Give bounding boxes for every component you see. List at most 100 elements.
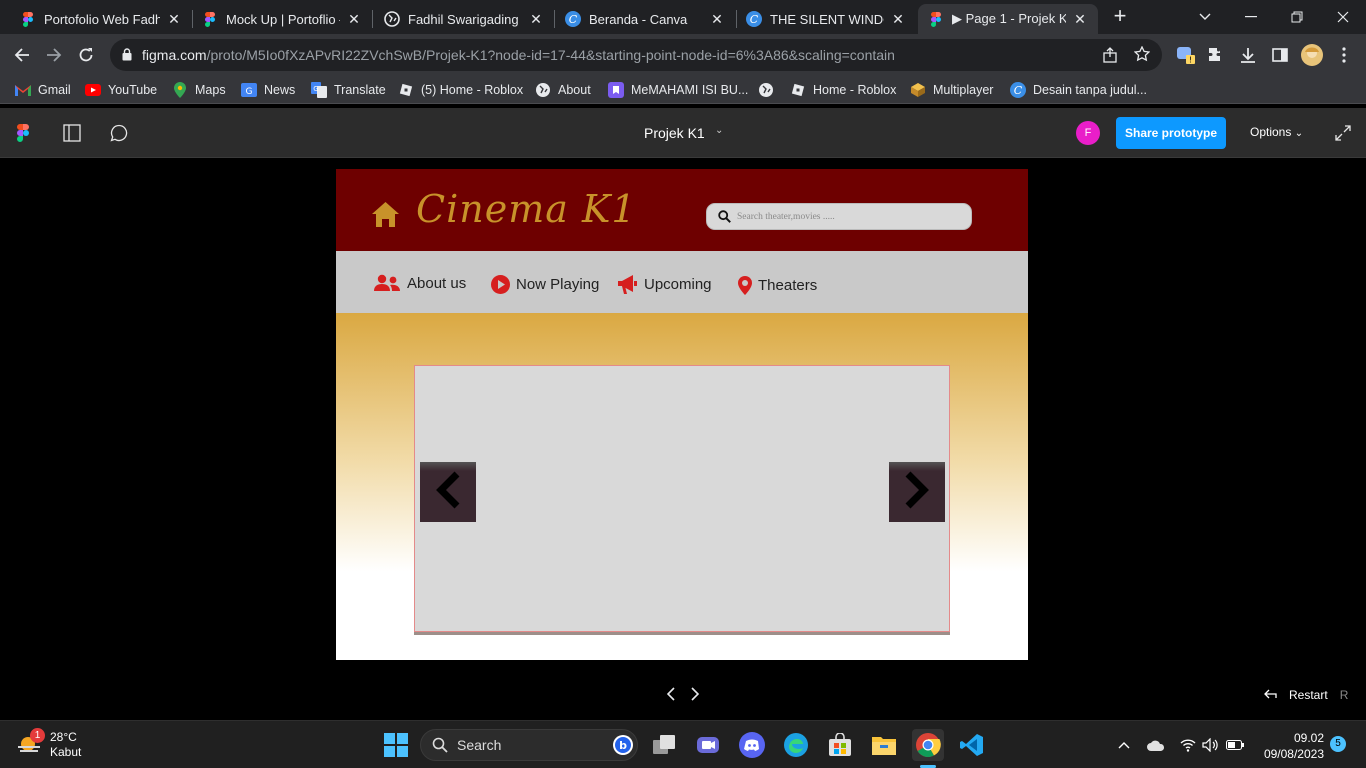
task-view-icon[interactable] (648, 729, 680, 761)
restart-button[interactable]: Restart R (1264, 688, 1348, 702)
tab-title: Portofolio Web Fadhil (44, 11, 160, 27)
bookmark-maps[interactable]: Maps (172, 81, 226, 99)
roblox-icon (790, 82, 806, 98)
battery-icon[interactable] (1225, 735, 1245, 755)
options-label: Options (1250, 125, 1292, 139)
bookmark-roblox[interactable]: (5) Home - Roblox (398, 81, 523, 99)
next-frame-button[interactable] (685, 685, 705, 707)
tab-title: ▶ Page 1 - Projek K1 (952, 11, 1066, 26)
tab-title: Beranda - Canva (589, 11, 688, 27)
globe-icon (535, 82, 551, 98)
site-logo[interactable]: Cinema K1 (416, 187, 637, 231)
bookmark-desain[interactable]: C Desain tanpa judul... (1010, 81, 1147, 99)
browser-tab[interactable]: C THE SILENT WINDOW ✕ (736, 4, 916, 34)
back-button[interactable] (8, 41, 36, 69)
close-icon[interactable]: ✕ (709, 11, 725, 28)
options-button[interactable]: Options ⌄ (1250, 125, 1303, 139)
home-icon[interactable] (372, 202, 399, 232)
file-title[interactable]: Projek K1 (644, 125, 705, 141)
bookmark-memahami[interactable]: MeMAHAMI ISI BU... (608, 81, 748, 99)
figma-logo-icon[interactable] (17, 124, 29, 147)
maps-icon (172, 82, 188, 98)
close-icon[interactable]: ✕ (528, 11, 544, 28)
browser-toolbar: figma.com/proto/M5Io0fXzAPvRI22ZVchSwB/P… (0, 34, 1366, 76)
bookmark-globe[interactable] (758, 81, 781, 99)
microsoft-store-icon[interactable] (824, 729, 856, 761)
bookmark-home-roblox[interactable]: Home - Roblox (790, 81, 896, 99)
weather-temp: 28°C (50, 730, 77, 744)
forward-button[interactable] (40, 41, 68, 69)
onedrive-icon[interactable] (1146, 735, 1166, 755)
volume-icon[interactable] (1200, 735, 1220, 755)
site-search-input[interactable] (737, 209, 957, 225)
address-bar[interactable]: figma.com/proto/M5Io0fXzAPvRI22ZVchSwB/P… (110, 39, 1162, 71)
close-icon[interactable]: ✕ (346, 11, 362, 28)
edge-icon[interactable] (780, 729, 812, 761)
restore-button[interactable] (1274, 0, 1320, 34)
chevron-left-icon (666, 686, 675, 706)
nav-label: Theaters (758, 276, 818, 294)
star-icon[interactable] (1133, 45, 1151, 67)
bookmark-label: YouTube (108, 83, 158, 97)
share-icon[interactable] (1102, 47, 1118, 68)
system-clock[interactable]: 09.02 09/08/2023 (1258, 730, 1324, 762)
minimize-button[interactable] (1228, 0, 1274, 34)
close-icon[interactable]: ✕ (166, 11, 182, 28)
nav-now-playing[interactable]: Now Playing (491, 272, 599, 296)
url-path: /proto/M5Io0fXzAPvRI22ZVchSwB/Projek-K1?… (206, 47, 895, 63)
close-icon[interactable]: ✕ (1072, 11, 1088, 28)
close-icon[interactable]: ✕ (890, 11, 906, 28)
browser-tab[interactable]: Fadhil Swarigading ✕ (374, 4, 554, 34)
carousel-next-button[interactable] (889, 462, 945, 522)
chevron-up-icon[interactable] (1114, 735, 1134, 755)
download-icon[interactable] (1234, 41, 1262, 69)
profile-avatar[interactable] (1298, 41, 1326, 69)
share-prototype-button[interactable]: Share prototype (1116, 117, 1226, 149)
bookmark-youtube[interactable]: YouTube (85, 81, 157, 99)
tab-divider (372, 10, 373, 28)
reload-button[interactable] (72, 41, 100, 69)
carousel-prev-button[interactable] (420, 462, 476, 522)
previous-frame-button[interactable] (661, 685, 681, 707)
file-explorer-icon[interactable] (868, 729, 900, 761)
new-tab-button[interactable]: + (1108, 5, 1132, 29)
bookmark-multiplayer[interactable]: Multiplayer (910, 81, 993, 99)
bookmark-gmail[interactable]: Gmail (15, 81, 71, 99)
chevron-down-icon[interactable]: ⌄ (715, 125, 723, 136)
tab-search-icon[interactable] (1182, 0, 1228, 34)
notification-badge[interactable]: 5 (1330, 736, 1346, 752)
site-search-box[interactable] (706, 203, 972, 230)
canva-icon: C (1010, 82, 1026, 98)
bookmark-translate[interactable]: G Translate (311, 81, 386, 99)
browser-tab-active[interactable]: ▶ Page 1 - Projek K1 ✕ (918, 4, 1098, 34)
nav-theaters[interactable]: Theaters (738, 273, 817, 297)
comment-icon[interactable] (110, 124, 128, 147)
nav-about-us[interactable]: About us (373, 271, 466, 295)
fullscreen-icon[interactable] (1335, 125, 1351, 146)
taskbar-search[interactable]: Search b (420, 729, 638, 761)
browser-tab[interactable]: Mock Up | Portoflio – F ✕ (192, 4, 372, 34)
bookmark-about[interactable]: About (535, 81, 591, 99)
bookmark-news[interactable]: G News (241, 81, 295, 99)
bookmark-label: Multiplayer (933, 83, 994, 97)
windows-start-icon[interactable] (380, 729, 412, 761)
sidebar-toggle-icon[interactable] (63, 124, 81, 147)
puzzle-icon[interactable] (1202, 41, 1230, 69)
bing-icon: b (613, 735, 633, 758)
user-avatar[interactable]: F (1076, 121, 1100, 145)
side-panel-icon[interactable] (1266, 41, 1294, 69)
bookmark-label: News (264, 83, 296, 97)
browser-tab[interactable]: Portofolio Web Fadhil ✕ (10, 4, 192, 34)
browser-tab[interactable]: C Beranda - Canva ✕ (555, 4, 735, 34)
wifi-icon[interactable] (1178, 735, 1198, 755)
menu-kebab-icon[interactable] (1330, 41, 1358, 69)
video-chat-icon[interactable] (692, 729, 724, 761)
chrome-icon[interactable] (912, 729, 944, 761)
close-window-button[interactable] (1320, 0, 1366, 34)
discord-icon[interactable] (736, 729, 768, 761)
browser-tab-strip: Portofolio Web Fadhil ✕ Mock Up | Portof… (0, 0, 1366, 34)
extension-badge-icon[interactable]: ! (1172, 41, 1200, 69)
url-host: figma.com (142, 47, 207, 63)
vscode-icon[interactable] (956, 729, 988, 761)
nav-upcoming[interactable]: Upcoming (618, 272, 712, 296)
